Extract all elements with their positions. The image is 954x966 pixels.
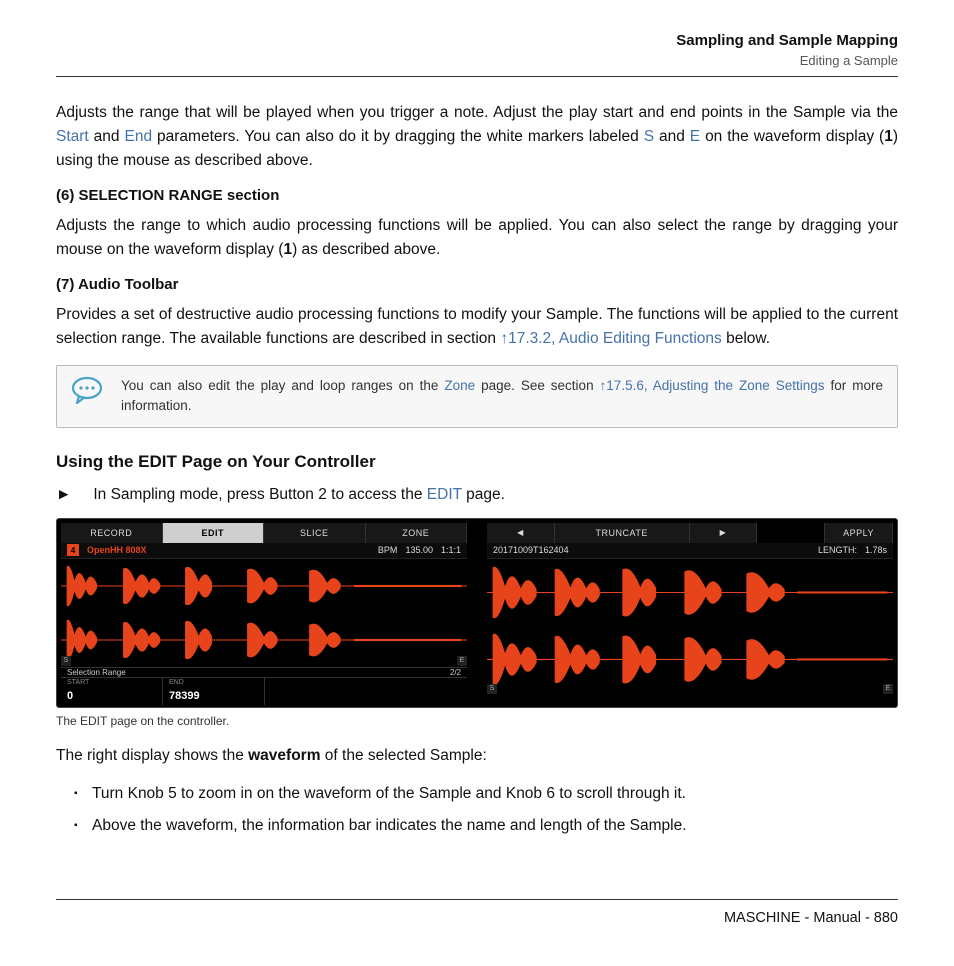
paragraph-right-display: The right display shows the waveform of … <box>56 744 898 768</box>
list-item: Above the waveform, the information bar … <box>74 814 898 839</box>
link-audio-editing-functions[interactable]: ↑17.3.2, Audio Editing Functions <box>500 330 721 347</box>
tab-edit[interactable]: EDIT <box>163 523 265 543</box>
section-7-heading: (7) Audio Toolbar <box>56 276 898 293</box>
section-7-body: Provides a set of destructive audio proc… <box>56 303 898 351</box>
bars-value: 1:1:1 <box>441 545 461 555</box>
right-info-bar: 20171009T162404 LENGTH: 1.78s <box>487 543 893 559</box>
page-footer: MASCHINE - Manual - 880 <box>56 899 898 926</box>
controller-figure: RECORD EDIT SLICE ZONE 4 OpenHH 808X BPM… <box>56 518 898 708</box>
slot-index: 4 <box>67 544 79 556</box>
header-title: Sampling and Sample Mapping <box>56 32 898 49</box>
tab-zone[interactable]: ZONE <box>366 523 468 543</box>
e-marker-ref: E <box>690 128 700 145</box>
section-6-body: Adjusts the range to which audio process… <box>56 214 898 262</box>
list-item: Turn Knob 5 to zoom in on the waveform o… <box>74 782 898 807</box>
left-tabs: RECORD EDIT SLICE ZONE <box>61 523 467 543</box>
right-tabs: ◀ TRUNCATE ▶ APPLY <box>487 523 893 543</box>
left-bottom-bar: Selection Range 2/2 START 0 END 78399 <box>61 667 467 703</box>
length-label: LENGTH: <box>818 545 857 555</box>
end-param: End <box>124 128 152 145</box>
info-callout: You can also edit the play and loop rang… <box>56 365 898 428</box>
start-marker[interactable]: S <box>61 656 71 666</box>
selection-range-label: Selection Range <box>67 668 126 677</box>
nav-prev-button[interactable]: ◀ <box>487 523 555 543</box>
header-subtitle: Editing a Sample <box>56 53 898 68</box>
timestamp-label: 20171009T162404 <box>493 545 569 555</box>
step-1: ► In Sampling mode, press Button 2 to ac… <box>56 486 898 504</box>
paragraph-play-range: Adjusts the range that will be played wh… <box>56 101 898 173</box>
bpm-value: 135.00 <box>405 545 433 555</box>
heading-using-edit-page: Using the EDIT Page on Your Controller <box>56 452 898 472</box>
tab-record[interactable]: RECORD <box>61 523 163 543</box>
bpm-label: BPM <box>378 545 398 555</box>
edit-page-ref: EDIT <box>427 486 462 503</box>
function-label: TRUNCATE <box>555 523 690 543</box>
left-info-bar: 4 OpenHH 808X BPM 135.00 1:1:1 <box>61 543 467 559</box>
zone-page-ref: Zone <box>444 378 475 393</box>
tab-slice[interactable]: SLICE <box>264 523 366 543</box>
page-indicator: 2/2 <box>450 668 461 677</box>
s-marker-ref: S <box>644 128 654 145</box>
step-arrow-icon: ► <box>56 486 71 504</box>
nav-next-button[interactable]: ▶ <box>690 523 758 543</box>
start-param: Start <box>56 128 89 145</box>
end-marker-right[interactable]: E <box>883 684 893 694</box>
page-header: Sampling and Sample Mapping Editing a Sa… <box>56 32 898 77</box>
controller-right-display: ◀ TRUNCATE ▶ APPLY 20171009T162404 LENGT… <box>487 523 893 703</box>
figure-caption: The EDIT page on the controller. <box>56 714 898 728</box>
length-value: 1.78s <box>865 545 887 555</box>
apply-button[interactable]: APPLY <box>825 523 893 543</box>
end-value-box[interactable]: END 78399 <box>163 678 265 705</box>
controller-left-display: RECORD EDIT SLICE ZONE 4 OpenHH 808X BPM… <box>61 523 467 703</box>
sample-name: OpenHH 808X <box>87 545 147 555</box>
left-waveform[interactable]: S E <box>61 559 467 667</box>
start-marker-right[interactable]: S <box>487 684 497 694</box>
end-marker[interactable]: E <box>457 656 467 666</box>
right-waveform[interactable]: S E <box>487 559 893 695</box>
section-6-heading: (6) SELECTION RANGE section <box>56 187 898 204</box>
link-zone-settings[interactable]: ↑17.5.6, Adjusting the Zone Settings <box>600 378 825 393</box>
speech-bubble-icon <box>71 376 105 404</box>
bullet-list: Turn Knob 5 to zoom in on the waveform o… <box>74 782 898 840</box>
start-value-box[interactable]: START 0 <box>61 678 163 705</box>
